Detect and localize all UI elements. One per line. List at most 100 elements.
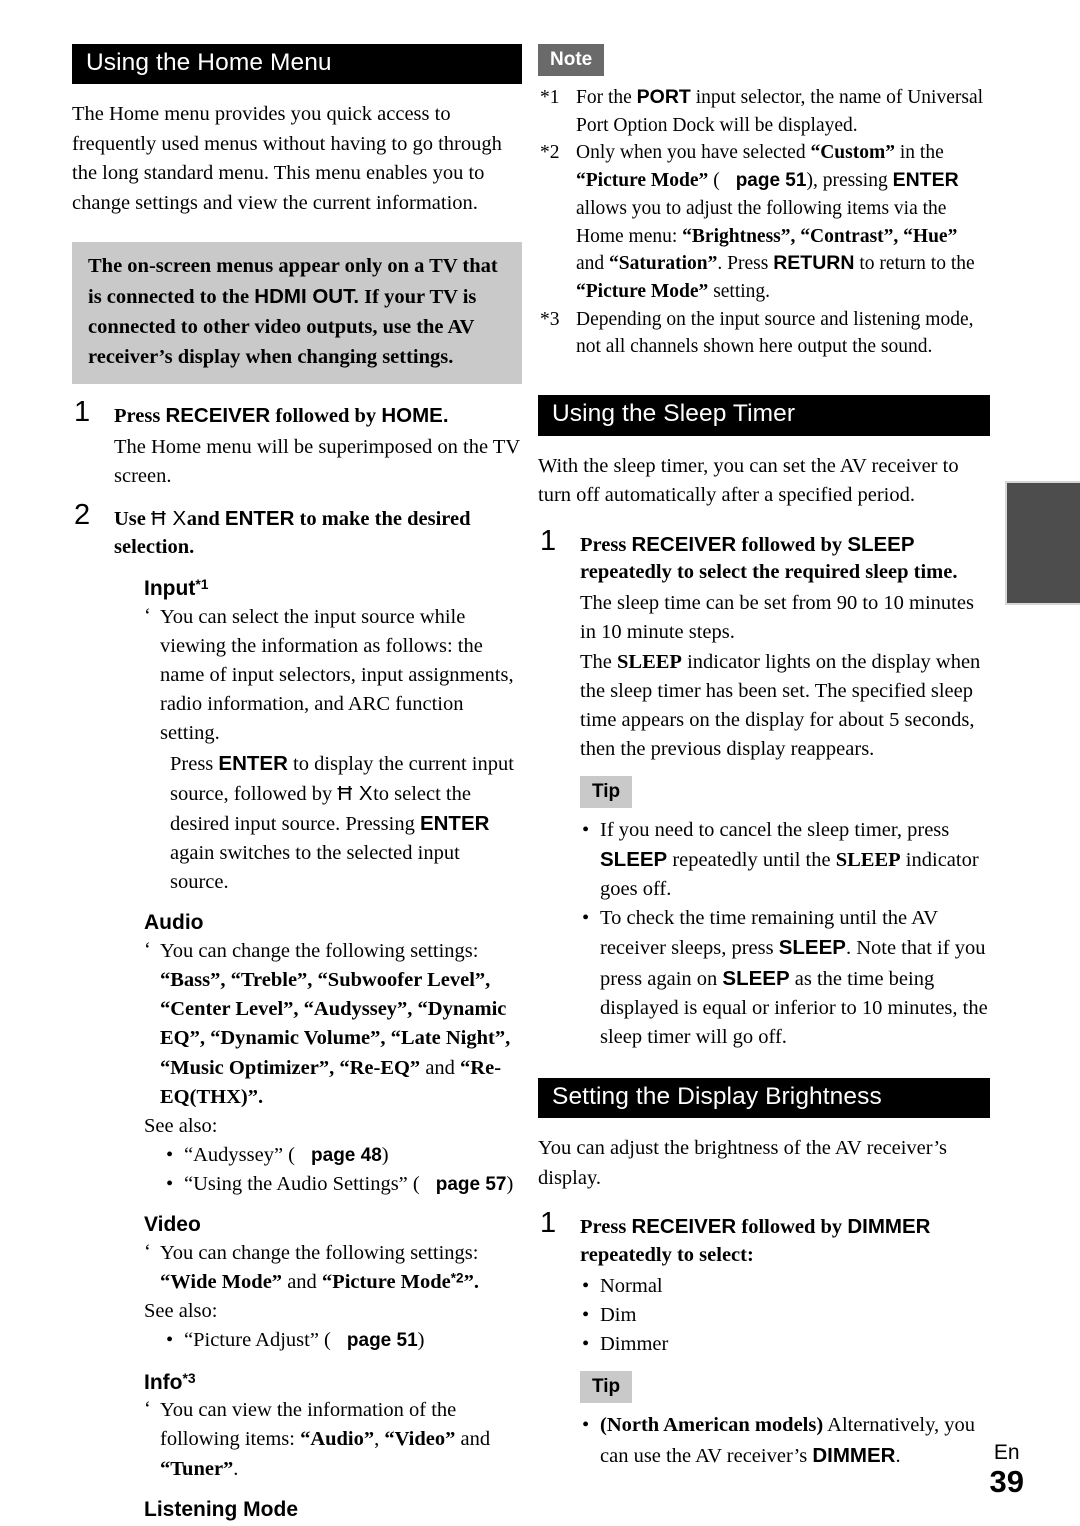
group-video: Video You can change the following setti…	[144, 1213, 522, 1356]
key-enter: ENTER	[892, 169, 959, 192]
link-text: “Picture Adjust” (	[184, 1329, 331, 1352]
sleep-tip-block: Tip If you need to cancel the sleep time…	[580, 776, 990, 1052]
link-text: “Using the Audio Settings” (	[184, 1172, 420, 1195]
setting-picture-mode: “Picture Mode”	[576, 170, 709, 192]
page-ref: page 48	[311, 1144, 382, 1166]
right-column: Note *1 For the PORT input selector, the …	[538, 44, 990, 1471]
step-title: Press RECEIVER followed by DIMMER repeat…	[580, 1213, 990, 1270]
brightness-tip-block: Tip (North American models) Alternativel…	[580, 1371, 990, 1470]
updown-arrow-icon: Ħ X	[337, 781, 374, 805]
step-1-home: 1 Press RECEIVER followed by HOME. The H…	[72, 398, 522, 491]
list-item-normal: Normal	[582, 1272, 990, 1301]
link-close: )	[381, 1143, 389, 1166]
text-b: .	[895, 1444, 901, 1467]
updown-arrow-icon: Ħ X	[151, 507, 187, 531]
indicator-sleep: SLEEP	[835, 849, 901, 872]
step-title: Use Ħ Xand ENTER to make the desired sel…	[114, 505, 522, 562]
brightness-intro: You can adjust the brightness of the AV …	[538, 1137, 947, 1189]
group-heading-info: Info*3	[144, 1370, 522, 1395]
key-return: RETURN	[773, 252, 855, 275]
picture-items: “Brightness”, “Contrast”, “Hue”	[682, 225, 958, 247]
step-title-b: followed by	[270, 405, 382, 428]
step-1-dimmer: 1 Press RECEIVER followed by DIMMER repe…	[538, 1209, 990, 1470]
video-setting-wide-mode: “Wide Mode”	[160, 1271, 283, 1294]
text-c: repeatedly to select:	[580, 1244, 754, 1267]
footnote-mark: *1	[540, 87, 560, 108]
group-audio: Audio You can change the following setti…	[144, 911, 522, 1199]
text-a: You can change the following settings:	[160, 1242, 479, 1265]
list-item: If you need to cancel the sleep timer, p…	[582, 816, 990, 904]
indicator-sleep: SLEEP	[617, 650, 682, 673]
video-description: You can change the following settings: “…	[144, 1238, 522, 1297]
info-item-audio: “Audio”	[300, 1428, 375, 1451]
step-1-sleep: 1 Press RECEIVER followed by SLEEP repea…	[538, 526, 990, 1052]
key-sleep: SLEEP	[722, 966, 790, 990]
text-a: You can change the following settings:	[160, 940, 479, 963]
list-item[interactable]: “Using the Audio Settings” (page 57)	[166, 1170, 522, 1199]
onscreen-menu-notice: The on-screen menus appear only on a TV …	[72, 242, 522, 385]
group-heading-listening-mode: Listening Mode	[144, 1497, 298, 1521]
brightness-options-list: Normal Dim Dimmer	[580, 1272, 990, 1359]
list-item: To check the time remaining until the AV…	[582, 904, 990, 1052]
link-text: “Audyssey” (	[184, 1143, 296, 1166]
text-a: If you need to cancel the sleep timer, p…	[600, 819, 950, 841]
text-a: Press	[170, 752, 219, 775]
page-thumb-tab	[1005, 481, 1080, 605]
tip-badge: Tip	[580, 776, 633, 808]
step-number: 1	[74, 396, 91, 429]
group-info: Info*3 You can view the information of t…	[144, 1370, 522, 1484]
list-item[interactable]: “Audyssey” ( page 48)	[166, 1141, 522, 1170]
text-a: Press	[580, 1216, 632, 1239]
text-and: and	[420, 1056, 461, 1079]
footnote-mark: *3	[540, 308, 560, 330]
text-a: Depending on the input source and listen…	[576, 308, 974, 358]
value-custom: “Custom”	[810, 142, 895, 164]
text-k: . Press	[717, 253, 774, 275]
input-description: You can select the input source while vi…	[144, 602, 522, 749]
key-receiver: RECEIVER	[631, 532, 737, 556]
text-c: in the	[894, 142, 944, 164]
key-enter: ENTER	[218, 751, 288, 775]
setting-picture-mode: “Picture Mode”	[576, 281, 709, 303]
text-tail: ”.	[463, 1271, 479, 1294]
key-dimmer: DIMMER	[847, 1215, 931, 1239]
step-2-navigate: 2 Use Ħ Xand ENTER to make the desired s…	[72, 501, 522, 1526]
see-also-label: See also:	[144, 1300, 218, 1323]
footnote-ref: *2	[450, 1270, 464, 1286]
group-heading-audio: Audio	[144, 911, 204, 935]
notice-hdmi-out: HDMI OUT.	[254, 285, 360, 309]
key-receiver: RECEIVER	[631, 1215, 737, 1239]
group-input: Input*1 You can select the input source …	[144, 576, 522, 897]
text-l: to return to the	[854, 253, 975, 275]
page-ref: page 51	[735, 170, 807, 192]
brightness-tip-list: (North American models) Alternatively, y…	[580, 1411, 990, 1470]
text-f: ), pressing	[806, 170, 893, 192]
text-a: Only when you have selected	[576, 142, 811, 164]
audio-see-also-list: “Audyssey” ( page 48) “Using the Audio Se…	[144, 1141, 522, 1199]
footnote-1: *1 For the PORT input selector, the name …	[538, 84, 990, 139]
group-heading-text: Info	[144, 1370, 183, 1394]
step-title-a: Press	[114, 405, 166, 428]
key-enter: ENTER	[224, 507, 295, 531]
list-item[interactable]: “Picture Adjust” (page 51)	[166, 1326, 522, 1355]
text-sep: ,	[374, 1428, 385, 1451]
note-block: Note *1 For the PORT input selector, the …	[538, 44, 990, 361]
see-also-label: See also:	[144, 1114, 218, 1137]
step-number: 2	[74, 499, 91, 532]
page-ref: page 51	[346, 1330, 418, 1352]
page-number: 39	[989, 1464, 1024, 1500]
footnote-3: *3 Depending on the input source and list…	[538, 306, 990, 361]
page-footer: En 39	[990, 1441, 1024, 1500]
section-heading-display-brightness: Setting the Display Brightness	[538, 1077, 990, 1119]
list-item-dim: Dim	[582, 1301, 990, 1330]
note-badge: Note	[538, 44, 605, 76]
tip-badge: Tip	[580, 1371, 633, 1404]
key-receiver: RECEIVER	[165, 404, 271, 428]
footnote-mark: *2	[540, 142, 560, 164]
step-title-b: and	[186, 508, 225, 531]
video-setting-picture-mode: “Picture Mode	[321, 1271, 451, 1294]
key-home: HOME.	[381, 404, 449, 428]
footnote-2: *2 Only when you have selected “Custom” i…	[538, 139, 990, 305]
step-number: 1	[540, 524, 557, 557]
text-a: The	[580, 650, 617, 673]
